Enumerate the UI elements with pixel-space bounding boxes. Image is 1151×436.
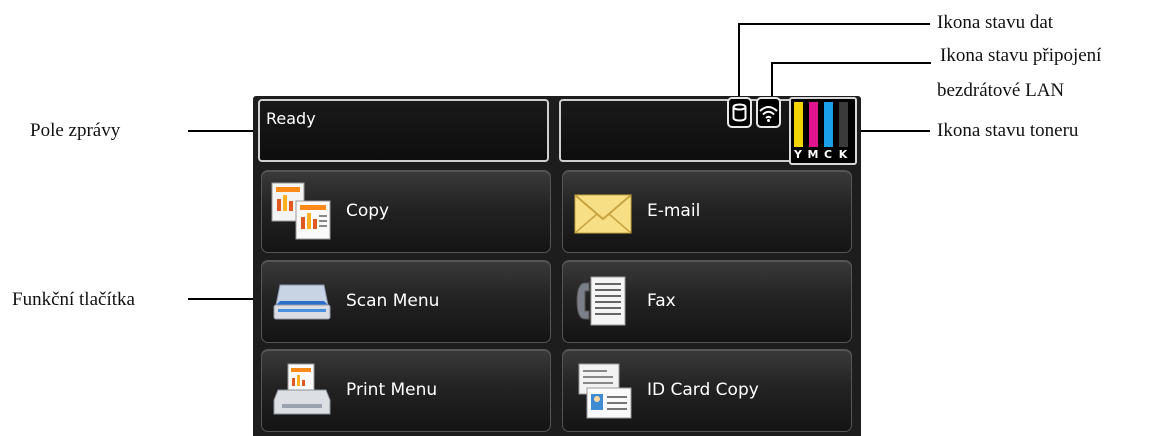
- lcd-panel: Ready Y M C K Copy E-mail Scan Menu Fax …: [253, 96, 861, 436]
- envelope-icon: [574, 194, 632, 234]
- print-menu-button[interactable]: Print Menu: [261, 349, 551, 432]
- printer-icon: [273, 363, 331, 415]
- copy-button[interactable]: Copy: [261, 170, 551, 253]
- leader-line: [188, 298, 253, 300]
- leader-line: [188, 130, 253, 132]
- print-menu-button-label: Print Menu: [346, 380, 438, 400]
- fax-button[interactable]: Fax: [562, 260, 852, 343]
- callout-toner-status: Ikona stavu toneru: [937, 120, 1079, 141]
- leader-line: [860, 130, 930, 132]
- copy-icon: [271, 182, 331, 240]
- leader-line: [738, 23, 740, 97]
- wifi-icon[interactable]: [756, 97, 781, 128]
- toner-label-k: K: [838, 148, 848, 161]
- status-message: Ready: [266, 109, 316, 128]
- callout-message-field: Pole zprávy: [30, 120, 121, 141]
- toner-label-y: Y: [794, 148, 802, 161]
- leader-line: [771, 62, 931, 64]
- scan-menu-button[interactable]: Scan Menu: [261, 260, 551, 343]
- copy-button-label: Copy: [346, 201, 390, 221]
- toner-bar-black: [839, 102, 848, 147]
- toner-bar-yellow: [794, 102, 803, 147]
- scanner-icon: [273, 284, 331, 320]
- email-button[interactable]: E-mail: [562, 170, 852, 253]
- scan-menu-button-label: Scan Menu: [346, 291, 440, 311]
- toner-bar-cyan: [824, 102, 833, 147]
- leader-line: [771, 62, 773, 97]
- id-card-copy-button[interactable]: ID Card Copy: [562, 349, 852, 432]
- toner-label-c: C: [823, 148, 833, 161]
- data-status-icon[interactable]: [727, 97, 752, 128]
- id-card-icon: [578, 363, 632, 419]
- callout-wlan-status-line2: bezdrátové LAN: [937, 80, 1065, 101]
- callout-function-buttons: Funkční tlačítka: [12, 289, 135, 310]
- callout-wlan-status: Ikona stavu připojení: [940, 45, 1102, 66]
- toner-bar-magenta: [809, 102, 818, 147]
- id-card-copy-button-label: ID Card Copy: [647, 380, 759, 400]
- leader-line: [738, 23, 930, 25]
- fax-button-label: Fax: [647, 291, 676, 311]
- email-button-label: E-mail: [647, 201, 701, 221]
- toner-status-icon[interactable]: Y M C K: [789, 97, 857, 165]
- fax-icon: [576, 276, 626, 326]
- callout-data-status: Ikona stavu dat: [937, 12, 1054, 33]
- toner-label-m: M: [807, 148, 819, 161]
- message-field: Ready: [258, 99, 549, 162]
